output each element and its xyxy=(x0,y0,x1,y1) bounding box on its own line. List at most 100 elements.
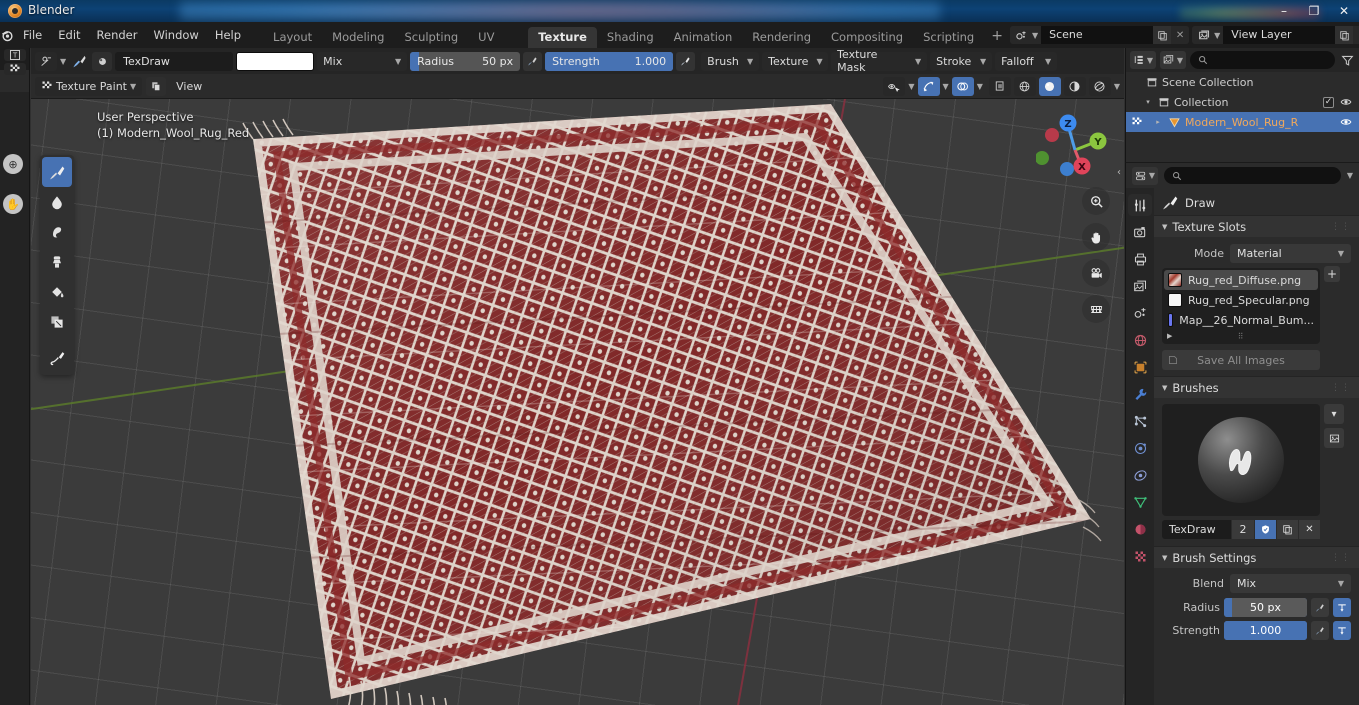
brush-preset-icon[interactable] xyxy=(35,51,57,71)
menu-help[interactable]: Help xyxy=(207,22,249,48)
strength-unit-icon[interactable] xyxy=(1333,621,1351,640)
properties-tab-tool[interactable] xyxy=(1128,194,1152,216)
outliner-filter-icon[interactable] xyxy=(1339,54,1355,67)
overlays-chevron-down-icon[interactable]: ▼ xyxy=(977,82,983,91)
viewlayer-chevron-down-icon[interactable]: ▼ xyxy=(1214,31,1220,40)
radius-slider[interactable]: Radius 50 px xyxy=(410,51,521,71)
add-texture-slot-button[interactable]: + xyxy=(1324,266,1340,282)
slot-resize-grip[interactable]: ⠿ xyxy=(1238,332,1245,341)
shading-chevron-down-icon[interactable]: ▼ xyxy=(1114,82,1120,91)
outliner-editor-type-icon[interactable]: ▼ xyxy=(1130,51,1156,69)
strength-pressure-icon[interactable] xyxy=(676,51,696,71)
properties-tab-render[interactable] xyxy=(1128,221,1152,243)
scene-datablock[interactable]: ▼ Scene ✕ xyxy=(1009,26,1190,44)
scene-name[interactable]: Scene xyxy=(1041,26,1154,44)
texture-slot-item[interactable]: Rug_red_Specular.png xyxy=(1164,290,1318,310)
object-visibility-eye-icon[interactable] xyxy=(1340,116,1352,128)
tab-uv-editing[interactable]: UV Editing xyxy=(468,27,528,65)
paint-mask-icon[interactable] xyxy=(146,76,167,96)
tab-shading[interactable]: Shading xyxy=(597,27,664,48)
scene-unlink-button[interactable]: ✕ xyxy=(1171,26,1190,44)
texture-popover[interactable]: Texture ▼ xyxy=(762,51,829,71)
image-editor-canvas[interactable] xyxy=(0,92,29,705)
texture-slot-item[interactable]: Rug_red_Diffuse.png xyxy=(1164,270,1318,290)
duplicate-brush-icon[interactable] xyxy=(1277,520,1298,539)
panel-brush-settings[interactable]: ▼ Brush Settings ⋮⋮ xyxy=(1154,546,1359,568)
falloff-popover[interactable]: Falloff ▼ xyxy=(995,51,1058,71)
tab-rendering[interactable]: Rendering xyxy=(742,27,821,48)
properties-tab-modifier[interactable] xyxy=(1128,383,1152,405)
outliner-row-object[interactable]: ▸ Modern_Wool_Rug_R xyxy=(1126,112,1359,132)
outliner-search-input[interactable] xyxy=(1190,51,1335,69)
shading-wireframe-icon[interactable] xyxy=(1013,76,1036,96)
view-layer-name[interactable]: View Layer xyxy=(1223,26,1336,44)
panel-brushes[interactable]: ▼ Brushes ⋮⋮ xyxy=(1154,376,1359,398)
view-menu[interactable]: View xyxy=(170,77,208,96)
tool-annotate[interactable] xyxy=(42,343,72,373)
properties-tab-object[interactable] xyxy=(1128,356,1152,378)
tab-animation[interactable]: Animation xyxy=(664,27,743,48)
pan-hand-icon[interactable] xyxy=(1082,223,1110,251)
viewlayer-datablock[interactable]: ▼ View Layer ✕ xyxy=(1192,26,1359,44)
properties-tab-scene[interactable] xyxy=(1128,302,1152,324)
strength-slider[interactable]: Strength 1.000 xyxy=(545,51,674,71)
viewlayer-new-button[interactable] xyxy=(1335,26,1354,44)
ortho-grid-icon[interactable] xyxy=(1082,295,1110,323)
properties-search-input[interactable] xyxy=(1164,167,1341,184)
maximize-button[interactable]: ❐ xyxy=(1299,0,1329,22)
strength-pressure-pen-icon[interactable] xyxy=(1311,621,1329,640)
visibility-chevron-down-icon[interactable]: ▼ xyxy=(908,82,914,91)
zoom-icon[interactable] xyxy=(1082,187,1110,215)
properties-tab-world[interactable] xyxy=(1128,329,1152,351)
properties-tab-view-layer[interactable] xyxy=(1128,275,1152,297)
scene-new-button[interactable] xyxy=(1153,26,1172,44)
brush-datablock-icon[interactable] xyxy=(92,51,113,71)
delete-brush-icon[interactable]: ✕ xyxy=(1299,520,1320,539)
tab-modeling[interactable]: Modeling xyxy=(322,27,394,48)
tool-mask[interactable] xyxy=(42,307,72,337)
interaction-mode-dropdown[interactable]: Texture Paint ▼ xyxy=(35,76,143,96)
gizmo-toggle-icon[interactable] xyxy=(917,76,940,96)
tab-layout[interactable]: Layout xyxy=(263,27,322,48)
tool-smear[interactable] xyxy=(42,217,72,247)
menu-window[interactable]: Window xyxy=(145,22,206,48)
active-brush-name[interactable]: TexDraw xyxy=(1162,520,1231,539)
editor-type-icon[interactable]: T xyxy=(3,49,26,61)
properties-options-chevron-down-icon[interactable]: ▼ xyxy=(1347,171,1353,180)
slot-filter-triangle-icon[interactable]: ▶ xyxy=(1167,332,1172,340)
tab-sculpting[interactable]: Sculpting xyxy=(394,27,468,48)
xray-toggle-icon[interactable] xyxy=(988,76,1011,96)
tool-fill[interactable] xyxy=(42,277,72,307)
overlays-toggle-icon[interactable] xyxy=(951,76,974,96)
mode-dropdown[interactable]: Material ▼ xyxy=(1230,244,1351,263)
properties-tab-data[interactable] xyxy=(1128,491,1152,513)
chevron-down-icon[interactable]: ▾ xyxy=(1324,404,1344,424)
properties-tab-output[interactable] xyxy=(1128,248,1152,270)
brush-popover[interactable]: Brush ▼ xyxy=(701,51,760,71)
brush-preview[interactable] xyxy=(1162,404,1320,516)
outliner-row-scene-collection[interactable]: Scene Collection xyxy=(1126,72,1359,92)
image-zoom-icon[interactable]: ⊕ xyxy=(3,154,23,174)
brush-color-swatch[interactable] xyxy=(236,51,315,71)
blend-mode-dropdown[interactable]: Mix ▼ xyxy=(317,51,408,71)
scene-chevron-down-icon[interactable]: ▼ xyxy=(1032,31,1038,40)
close-button[interactable]: ✕ xyxy=(1329,0,1359,22)
menu-render[interactable]: Render xyxy=(89,22,146,48)
shading-material-preview-icon[interactable] xyxy=(1063,76,1086,96)
outliner-row-collection[interactable]: ▾ Collection ✓ xyxy=(1126,92,1359,112)
radius-unit-icon[interactable] xyxy=(1333,598,1351,617)
viewlayer-remove-button[interactable]: ✕ xyxy=(1353,26,1359,44)
radius-value-slider[interactable]: 50 px xyxy=(1224,598,1307,617)
object-expand-triangle[interactable]: ▸ xyxy=(1152,118,1164,126)
collection-expand-triangle[interactable]: ▾ xyxy=(1142,98,1154,106)
navigation-gizmo[interactable]: Y Z X xyxy=(1036,109,1114,187)
save-all-images-button[interactable]: Save All Images xyxy=(1162,350,1320,370)
minimize-button[interactable]: – xyxy=(1269,0,1299,22)
properties-tab-texture[interactable] xyxy=(1128,545,1152,567)
properties-editor-type-icon[interactable]: ▼ xyxy=(1132,166,1158,185)
tool-soften[interactable] xyxy=(42,187,72,217)
panel-texture-slots[interactable]: ▼ Texture Slots ⋮⋮ xyxy=(1154,215,1359,237)
camera-icon[interactable] xyxy=(1082,259,1110,287)
menu-file[interactable]: File xyxy=(15,22,50,48)
image-pan-hand-icon[interactable]: ✋ xyxy=(3,194,23,214)
